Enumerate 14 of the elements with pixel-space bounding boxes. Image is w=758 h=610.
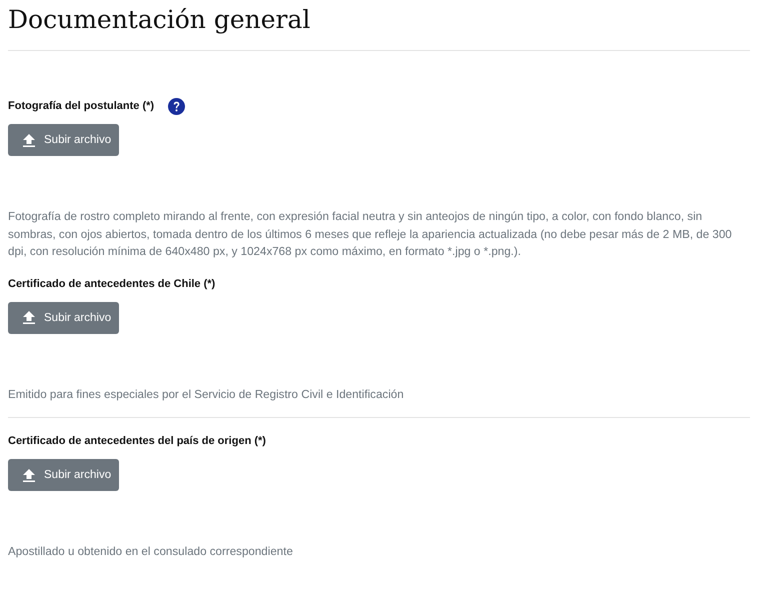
- help-text: Emitido para fines especiales por el Servicio de Registro Civil e Identificación: [8, 386, 405, 402]
- upload-button[interactable]: Subir archivo: [8, 302, 119, 334]
- page-title: Documentación general: [8, 4, 312, 36]
- field-label: Certificado de antecedentes de Chile (*): [8, 278, 216, 290]
- help-text: Apostillado u obtenido en el consulado correspondiente: [8, 544, 294, 560]
- upload-button[interactable]: Subir archivo: [8, 459, 119, 491]
- help-icon[interactable]: [168, 98, 186, 114]
- help-text: Fotografía de rostro completo mirando al frente, con expresión facial neutra y sin anteojos de ningún tipo, a color, con fondo blanco, sin sombras, con ojos abiertos, tomada dentro de los últimos 6 meses que refleje la apariencia actualizada (no debe pesar más de 2 MB, de 300 dpi, con resolución mínima de 640x480 px, y 1024x768 px como máximo, en formato *.jpg o *.png.).: [8, 209, 733, 260]
- upload-icon: [23, 468, 35, 482]
- upload-icon: [23, 311, 35, 324]
- upload-button[interactable]: Subir archivo: [8, 124, 119, 156]
- field-label: Certificado de antecedentes del país de origen (*): [8, 435, 266, 447]
- upload-icon: [23, 134, 35, 146]
- field-label: Fotografía del postulante (*): [8, 100, 154, 112]
